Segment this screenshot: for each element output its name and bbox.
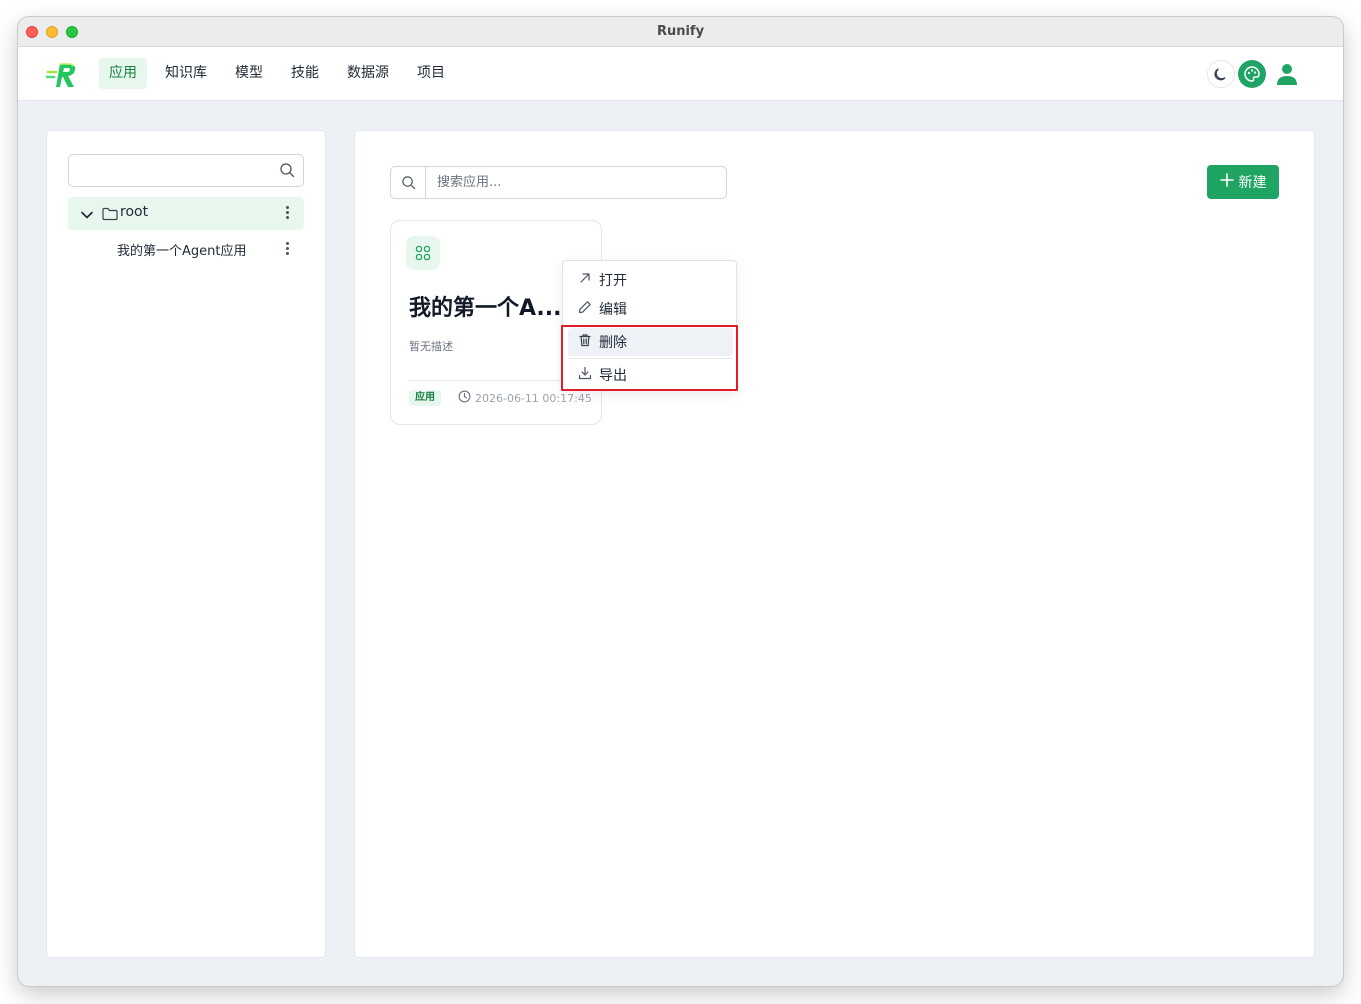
apps-main-panel: 新建 我的第一个A... 暂无描述 应用 2026-06-11 00:17:45 (354, 130, 1315, 958)
folder-icon (102, 206, 118, 225)
menu-item-delete[interactable]: 删除 (568, 328, 733, 356)
app-search-field[interactable] (390, 166, 727, 199)
menu-item-open[interactable]: 打开 (568, 266, 733, 294)
menu-item-label: 导出 (599, 368, 627, 384)
plus-icon (1219, 173, 1234, 191)
palette-icon[interactable] (1238, 60, 1266, 88)
app-card-description: 暂无描述 (409, 340, 453, 353)
nav-tab-models[interactable]: 模型 (225, 58, 273, 89)
nav-tab-data-sources[interactable]: 数据源 (337, 58, 399, 89)
sidebar-search-input[interactable] (69, 155, 269, 186)
divider (409, 380, 585, 381)
app-type-badge: 应用 (409, 390, 441, 406)
nav-tab-knowledge-base[interactable]: 知识库 (155, 58, 217, 89)
arrow-up-right-icon (578, 271, 592, 289)
app-search-input[interactable] (427, 167, 723, 198)
tree-node-label: 我的第一个Agent应用 (117, 244, 247, 259)
app-context-menu: 打开 编辑 删除 导出 (562, 260, 737, 391)
download-icon (578, 366, 592, 384)
chevron-down-icon[interactable] (80, 207, 94, 226)
search-icon[interactable] (279, 162, 295, 182)
new-app-button[interactable]: 新建 (1207, 165, 1279, 199)
window-title: Runify (656, 24, 705, 39)
app-window: Runify 应用 知识库 模型 技能 数据源 项目 root 我的第一个Age… (18, 17, 1343, 986)
timestamp-text: 2026-06-11 00:17:45 (475, 391, 592, 405)
menu-item-label: 删除 (599, 335, 627, 351)
nav-tab-projects[interactable]: 项目 (407, 58, 455, 89)
tree-node-label: root (120, 204, 149, 220)
app-card-timestamp: 2026-06-11 00:17:45 (458, 390, 592, 406)
title-bar: Runify (18, 17, 1343, 47)
nav-tab-apps[interactable]: 应用 (99, 58, 147, 89)
moon-icon[interactable] (1207, 60, 1235, 88)
grid-apps-icon (406, 236, 440, 270)
more-vertical-icon[interactable] (286, 242, 290, 257)
top-navbar: 应用 知识库 模型 技能 数据源 项目 (18, 47, 1343, 101)
sidebar-search-field[interactable] (68, 154, 304, 187)
search-icon (391, 167, 426, 198)
new-app-button-label: 新建 (1238, 175, 1267, 191)
menu-item-label: 打开 (599, 273, 627, 289)
more-vertical-icon[interactable] (286, 206, 290, 221)
menu-divider (568, 358, 733, 359)
trash-icon (578, 333, 592, 351)
runify-logo[interactable] (44, 61, 78, 89)
menu-item-export[interactable]: 导出 (568, 361, 733, 389)
pencil-icon (578, 300, 592, 318)
clock-icon (458, 390, 471, 406)
nav-tab-skills[interactable]: 技能 (281, 58, 329, 89)
tree-node-root[interactable]: root (68, 197, 304, 230)
menu-item-edit[interactable]: 编辑 (568, 295, 733, 323)
menu-item-label: 编辑 (599, 302, 627, 318)
tree-node-app[interactable]: 我的第一个Agent应用 (68, 235, 304, 263)
folder-sidebar: root 我的第一个Agent应用 (46, 130, 326, 958)
user-icon[interactable] (1273, 60, 1301, 88)
